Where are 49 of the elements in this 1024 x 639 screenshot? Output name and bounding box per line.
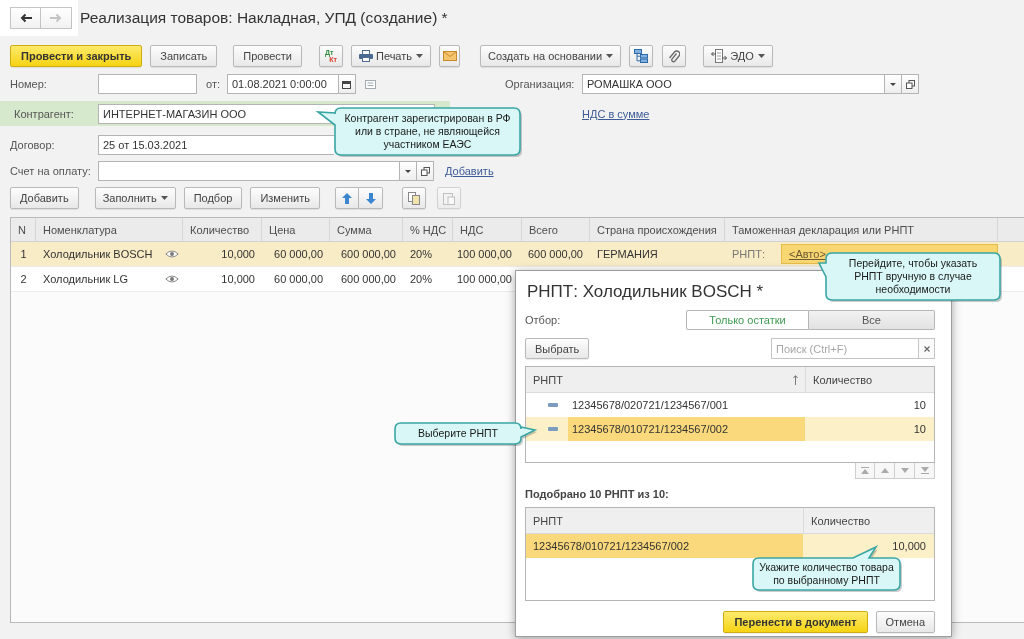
quantity-value: 10,000 bbox=[892, 540, 926, 552]
vat-value: 100 000,00 bbox=[456, 248, 512, 260]
column-header: РНПТ bbox=[533, 514, 563, 527]
column-header: Количество bbox=[813, 373, 873, 386]
row-number: 1 bbox=[20, 248, 27, 260]
item-name: Холодильник LG bbox=[43, 273, 128, 285]
column-header: РНПТ bbox=[533, 373, 563, 386]
field-label: Отбор: bbox=[525, 314, 561, 326]
dialog-title: РНПТ: Холодильник BOSCH * bbox=[527, 281, 764, 303]
column-header: Цена bbox=[269, 223, 296, 236]
quantity-value: 10,000 bbox=[221, 248, 255, 260]
item-name: Холодильник BOSCH bbox=[43, 248, 153, 260]
column-header: Всего bbox=[529, 223, 558, 236]
rnpt-code: 12345678/010721/1234567/002 bbox=[572, 423, 728, 435]
price-value: 60 000,00 bbox=[274, 248, 323, 260]
column-header: % НДС bbox=[410, 223, 447, 236]
field-label: Договор: bbox=[10, 139, 56, 151]
rnpt-code: 12345678/020721/1234567/001 bbox=[572, 399, 728, 411]
column-header: Номенклатура bbox=[43, 223, 117, 236]
vat-rate-value: 20% bbox=[410, 248, 433, 260]
vat-rate-value: 20% bbox=[410, 273, 433, 285]
column-header: НДС bbox=[460, 223, 484, 236]
field-label: Контрагент: bbox=[14, 107, 75, 120]
row-number: 2 bbox=[20, 273, 27, 285]
column-header: Количество bbox=[811, 514, 871, 527]
country-value: ГЕРМАНИЯ bbox=[597, 248, 658, 260]
section-title: Подобрано 10 РНПТ из 10: bbox=[525, 487, 669, 501]
callout: Контрагент зарегистрирован в РФ или в стране, не являющейся участником ЕАЭС bbox=[316, 106, 524, 159]
field-label: Организация: bbox=[505, 78, 576, 90]
field-label: РНПТ: bbox=[732, 248, 765, 260]
field-label: от: bbox=[206, 78, 220, 90]
column-header: Таможенная декларация или РНПТ bbox=[732, 223, 915, 236]
callout: Выберите РНПТ bbox=[393, 421, 539, 448]
quantity-value: 10,000 bbox=[221, 273, 255, 285]
total-value: 600 000,00 bbox=[527, 248, 583, 260]
field-label: Номер: bbox=[10, 78, 48, 90]
amount-value: 600 000,00 bbox=[340, 273, 396, 285]
column-header: Страна происхождения bbox=[597, 223, 717, 236]
window-title: Реализация товаров: Накладная, УПД (создание) * bbox=[80, 9, 448, 27]
rnpt-code: 12345678/010721/1234567/002 bbox=[533, 540, 689, 552]
price-value: 60 000,00 bbox=[274, 273, 323, 285]
column-header: Сумма bbox=[337, 223, 372, 236]
column-header: N bbox=[18, 223, 26, 236]
vat-value: 100 000,00 bbox=[456, 273, 512, 285]
column-header: Количество bbox=[190, 223, 250, 236]
amount-value: 600 000,00 bbox=[340, 248, 396, 260]
field-label: Счет на оплату: bbox=[10, 165, 92, 177]
quantity-value: 10 bbox=[913, 423, 926, 435]
quantity-value: 10 bbox=[913, 399, 926, 411]
